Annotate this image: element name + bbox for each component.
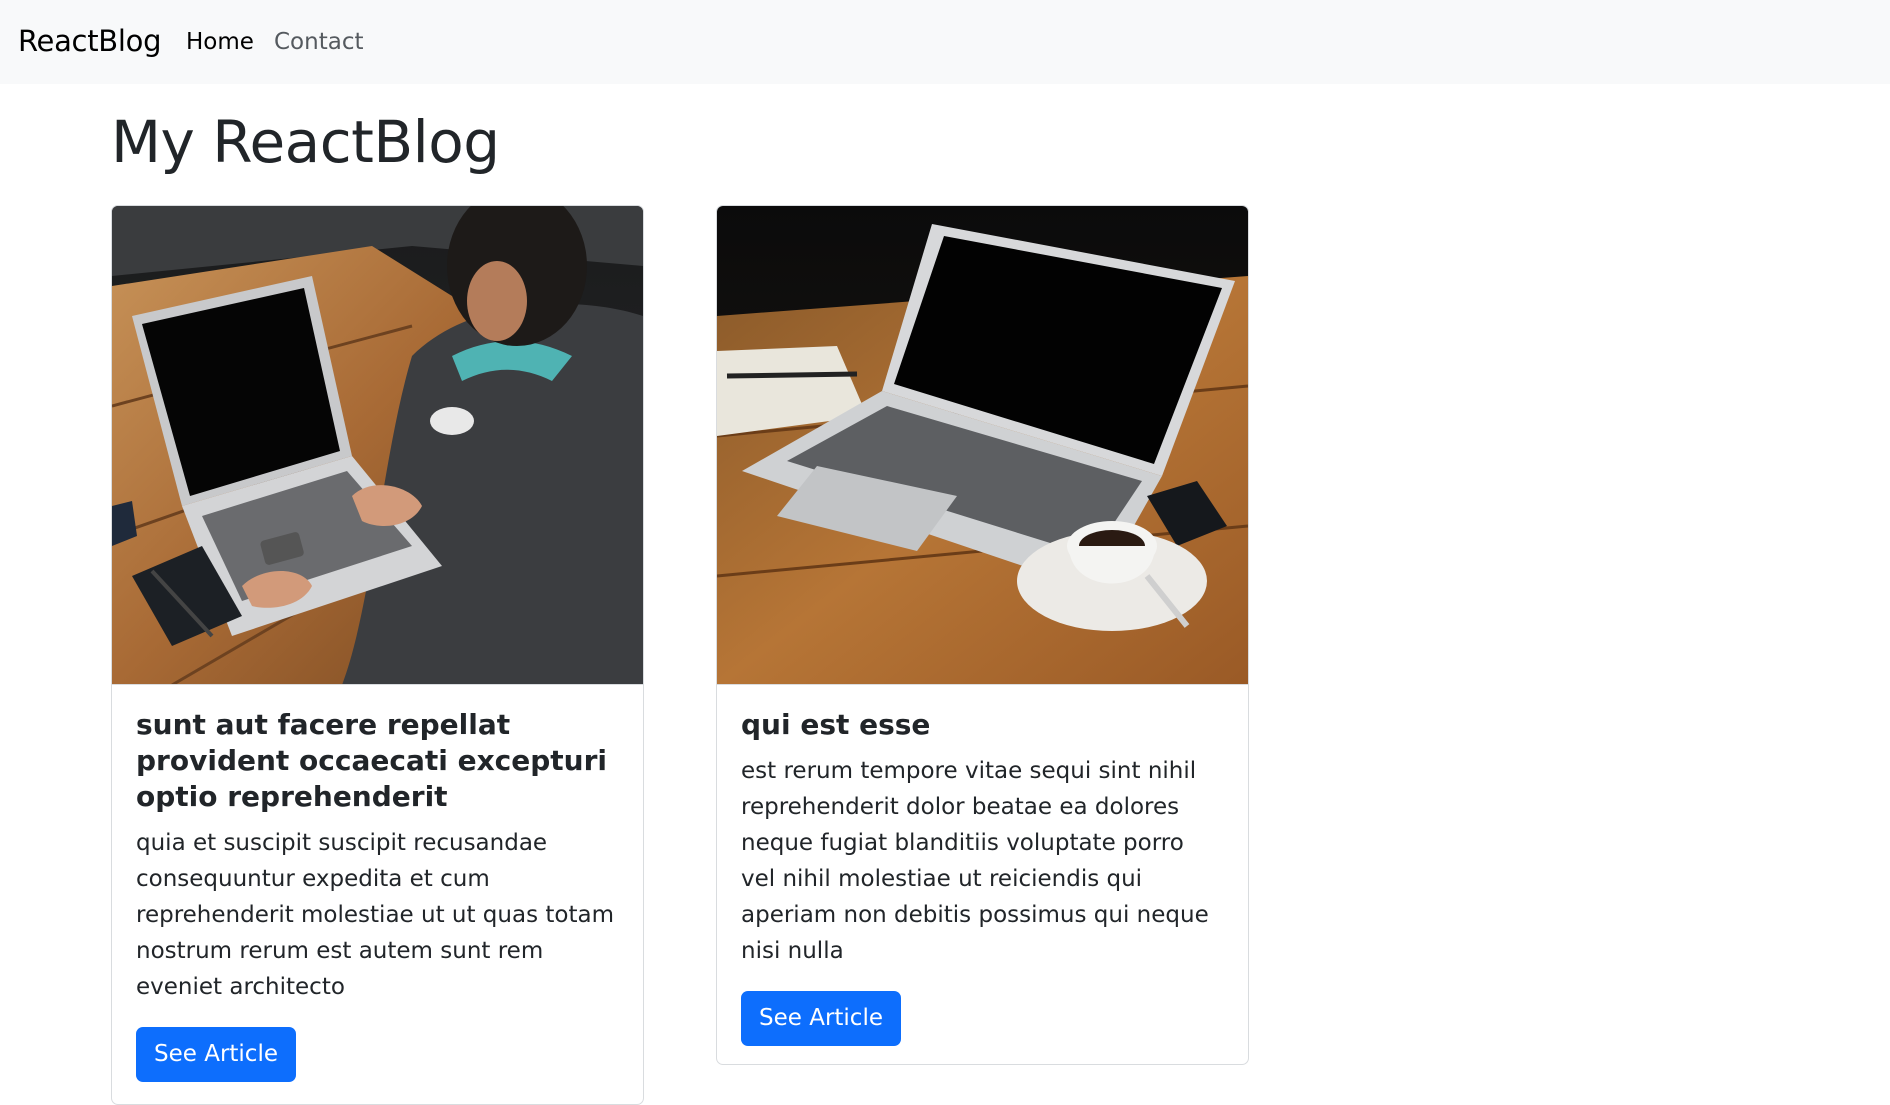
see-article-button[interactable]: See Article bbox=[136, 1027, 296, 1082]
page-title: My ReactBlog bbox=[111, 108, 500, 176]
post-title: sunt aut facere repellat provident occae… bbox=[136, 708, 607, 813]
post-card-body: sunt aut facere repellat provident occae… bbox=[112, 685, 643, 1082]
laptop-and-coffee-photo bbox=[717, 206, 1248, 684]
brand-link[interactable]: ReactBlog bbox=[18, 24, 161, 58]
post-title: qui est esse bbox=[741, 708, 931, 741]
see-article-button[interactable]: See Article bbox=[741, 991, 901, 1046]
post-image bbox=[112, 206, 643, 685]
post-card: sunt aut facere repellat provident occae… bbox=[111, 205, 644, 1105]
post-card: qui est esse est rerum tempore vitae seq… bbox=[716, 205, 1249, 1065]
post-image bbox=[717, 206, 1248, 685]
navbar: ReactBlog Home Contact bbox=[0, 0, 1890, 84]
nav-link-contact[interactable]: Contact bbox=[274, 29, 363, 55]
post-excerpt: est rerum tempore vitae sequi sint nihil… bbox=[741, 758, 1209, 964]
nav-link-home[interactable]: Home bbox=[186, 29, 254, 55]
person-at-laptop-photo bbox=[112, 206, 643, 684]
post-card-body: qui est esse est rerum tempore vitae seq… bbox=[717, 685, 1248, 1046]
post-excerpt: quia et suscipit suscipit recusandae con… bbox=[136, 830, 614, 1000]
